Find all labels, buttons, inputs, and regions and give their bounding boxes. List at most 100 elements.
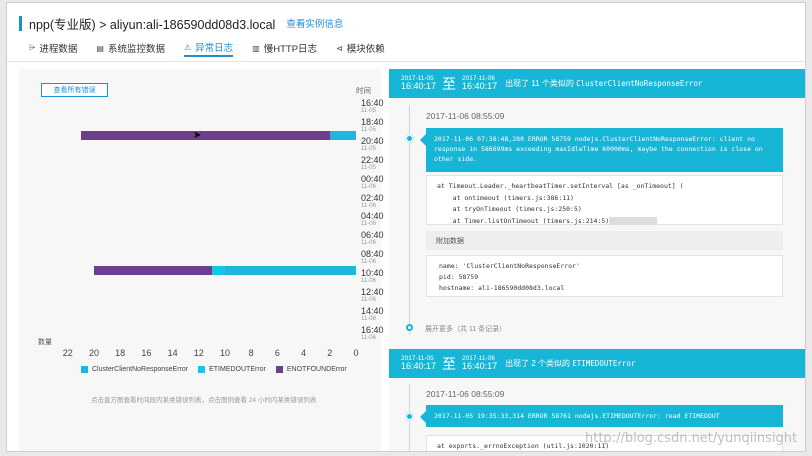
tab-module-deps[interactable]: ⊲ 模块依赖 xyxy=(336,39,385,57)
y-tick: 08:40 11-06 xyxy=(361,249,389,266)
y-tick-date: 11-06 xyxy=(361,315,376,322)
page-title: npp(专业版) > aliyun:ali-186590dd08d3.local xyxy=(29,17,276,32)
y-tick-date: 11-05 xyxy=(361,145,376,152)
error-message: 2017-11-06 07:38:48,280 ERROR 58759 node… xyxy=(420,128,783,172)
trash-icon: ▥ xyxy=(252,43,260,53)
tab-bar: ⩥ 进程数据 ▤ 系统监控数据 ⚠ 异常日志 ▥ 慢HTTP日志 ⊲ 模块依赖 xyxy=(29,39,404,59)
y-tick: 16:40 11-06 xyxy=(361,325,389,341)
y-tick-date: 11-06 xyxy=(361,297,376,303)
monitor-icon: ▤ xyxy=(96,43,104,53)
range-separator: 至 xyxy=(442,75,457,92)
y-tick-time: 00:40 xyxy=(361,173,384,184)
extra-data-header: 附加数据 xyxy=(426,231,783,250)
tab-slow-http-log[interactable]: ▥ 慢HTTP日志 xyxy=(252,39,317,57)
error-group-header[interactable]: 2017-11-05 16:40:17 至 2017-11-06 16:40:17 … xyxy=(389,349,805,378)
y-tick-time: 14:40 xyxy=(361,305,384,316)
occurrence-time: 2017-11-06 08:55:09 xyxy=(426,389,505,399)
bar-segment[interactable] xyxy=(94,266,212,275)
x-tick: 2 xyxy=(327,348,333,358)
x-tick: 16 xyxy=(141,348,152,358)
tab-label: 模块依赖 xyxy=(346,44,385,55)
warning-icon: ⚠ xyxy=(184,42,192,52)
legend-item-enotfound[interactable]: ENOTFOUNDError xyxy=(275,366,347,373)
x-tick: 0 xyxy=(353,348,359,358)
process-icon: ⩥ xyxy=(29,43,36,52)
tab-error-log[interactable]: ⚠ 异常日志 xyxy=(184,39,234,57)
y-tick-date: 11-05 xyxy=(361,108,376,114)
legend-label: ETIMEDOUTError xyxy=(209,366,266,373)
x-tick: 8 xyxy=(248,348,254,358)
tab-label: 异常日志 xyxy=(195,43,234,54)
redacted-path xyxy=(609,216,658,225)
title-row: npp(专业版) > aliyun:ali-186590dd08d3.local… xyxy=(19,14,343,32)
bar-segment[interactable] xyxy=(329,131,356,140)
view-all-errors-button[interactable]: 查看所有错误 xyxy=(41,83,108,97)
y-tick: 20:40 11-05 xyxy=(361,135,389,152)
error-stack: at Timeout.Leader._heartbeatTimer.setInt… xyxy=(426,175,783,225)
y-tick: 10:40 11-06 xyxy=(361,269,389,285)
bar-segment[interactable] xyxy=(211,266,225,275)
y-tick: 00:40 11-06 xyxy=(361,173,389,190)
group-title: 出现了 2 个类似的 ETIMEDOUTError xyxy=(505,359,636,368)
y-tick-time: 08:40 xyxy=(361,249,384,260)
range-end: 2017-11-06 16:40:17 xyxy=(462,74,498,92)
x-tick: 18 xyxy=(115,348,126,358)
x-tick: 12 xyxy=(193,348,204,358)
occurrence-time: 2017-11-06 08:55:09 xyxy=(426,111,505,121)
y-tick: 18:40 11-05 xyxy=(361,117,389,133)
legend-item-etimedout[interactable]: ETIMEDOUTError xyxy=(198,366,266,373)
header-divider xyxy=(7,61,805,62)
chart-legend: ClusterClientNoResponseError ETIMEDOUTEr… xyxy=(81,366,357,373)
x-tick: 10 xyxy=(219,348,230,358)
y-tick-date: 11-06 xyxy=(361,278,376,285)
timeline-end-ring xyxy=(406,324,413,331)
bar-segment[interactable] xyxy=(225,266,356,275)
app-window: npp(专业版) > aliyun:ali-186590dd08d3.local… xyxy=(6,2,806,452)
tab-label: 进程数据 xyxy=(39,44,78,55)
error-message: 2017-11-05 19:35:33,314 ERROR 58761 node… xyxy=(420,405,783,427)
y-tick: 22:40 11-05 xyxy=(361,154,389,171)
mouse-cursor-icon: ➤ xyxy=(193,130,202,141)
error-chart-panel: 查看所有错误 时间 16:40 11-05 18:40 11-05 20:40 11-05… xyxy=(19,69,384,451)
legend-swatch xyxy=(81,366,88,373)
y-tick-time: 20:40 xyxy=(361,135,384,146)
group-title: 出现了 11 个类似的 ClusterClientNoResponseError xyxy=(505,79,703,88)
module-icon: ⊲ xyxy=(336,43,343,53)
range-start: 2017-11-05 16:40:17 xyxy=(401,74,437,92)
tab-system-monitor[interactable]: ▤ 系统监控数据 xyxy=(96,39,165,57)
legend-item-cluster-client[interactable]: ClusterClientNoResponseError xyxy=(81,366,188,373)
range-end: 2017-11-06 16:40:17 xyxy=(462,354,498,372)
y-tick: 16:40 11-05 xyxy=(361,98,389,115)
y-tick-date: 11-06 xyxy=(361,240,376,247)
x-tick: 4 xyxy=(301,348,307,358)
y-tick-date: 11-06 xyxy=(361,202,376,209)
x-axis-title: 数量 xyxy=(38,339,52,346)
y-tick-time: 16:40 xyxy=(361,98,384,108)
legend-swatch xyxy=(275,366,283,373)
y-tick: 02:40 11-06 xyxy=(361,193,389,209)
y-tick-date: 11-06 xyxy=(361,259,376,266)
tab-label: 慢HTTP日志 xyxy=(263,44,318,55)
expand-more-link[interactable]: 展开更多（共 11 条记录） xyxy=(425,324,506,334)
error-group-header[interactable]: 2017-11-05 16:40:17 至 2017-11-06 16:40:17 … xyxy=(389,69,805,98)
tab-process-data[interactable]: ⩥ 进程数据 xyxy=(29,39,77,57)
x-tick: 20 xyxy=(88,348,99,358)
x-tick: 22 xyxy=(62,348,73,358)
y-tick: 14:40 11-06 xyxy=(361,305,389,322)
bar-segment[interactable] xyxy=(80,131,330,140)
extra-data: name: 'ClusterClientNoResponseError' pid… xyxy=(426,255,783,297)
page-header: npp(专业版) > aliyun:ali-186590dd08d3.local… xyxy=(7,3,805,63)
y-tick-date: 11-05 xyxy=(361,164,376,171)
y-tick-time: 22:40 xyxy=(361,154,384,165)
y-tick-time: 06:40 xyxy=(361,230,384,241)
range-start: 2017-11-05 16:40:17 xyxy=(401,354,437,372)
y-tick-time: 12:40 xyxy=(361,287,384,297)
title-accent-bar xyxy=(19,15,22,31)
y-tick-time: 04:40 xyxy=(361,211,384,222)
view-instance-link[interactable]: 查看实例信息 xyxy=(286,16,343,30)
legend-label: ENOTFOUNDError xyxy=(286,366,347,373)
y-tick-date: 11-05 xyxy=(361,126,376,133)
error-detail-panel: 2017-11-05 16:40:17 至 2017-11-06 16:40:17 … xyxy=(389,69,805,451)
y-tick-date: 11-06 xyxy=(361,334,376,341)
y-axis-title: 时间 xyxy=(356,86,371,95)
